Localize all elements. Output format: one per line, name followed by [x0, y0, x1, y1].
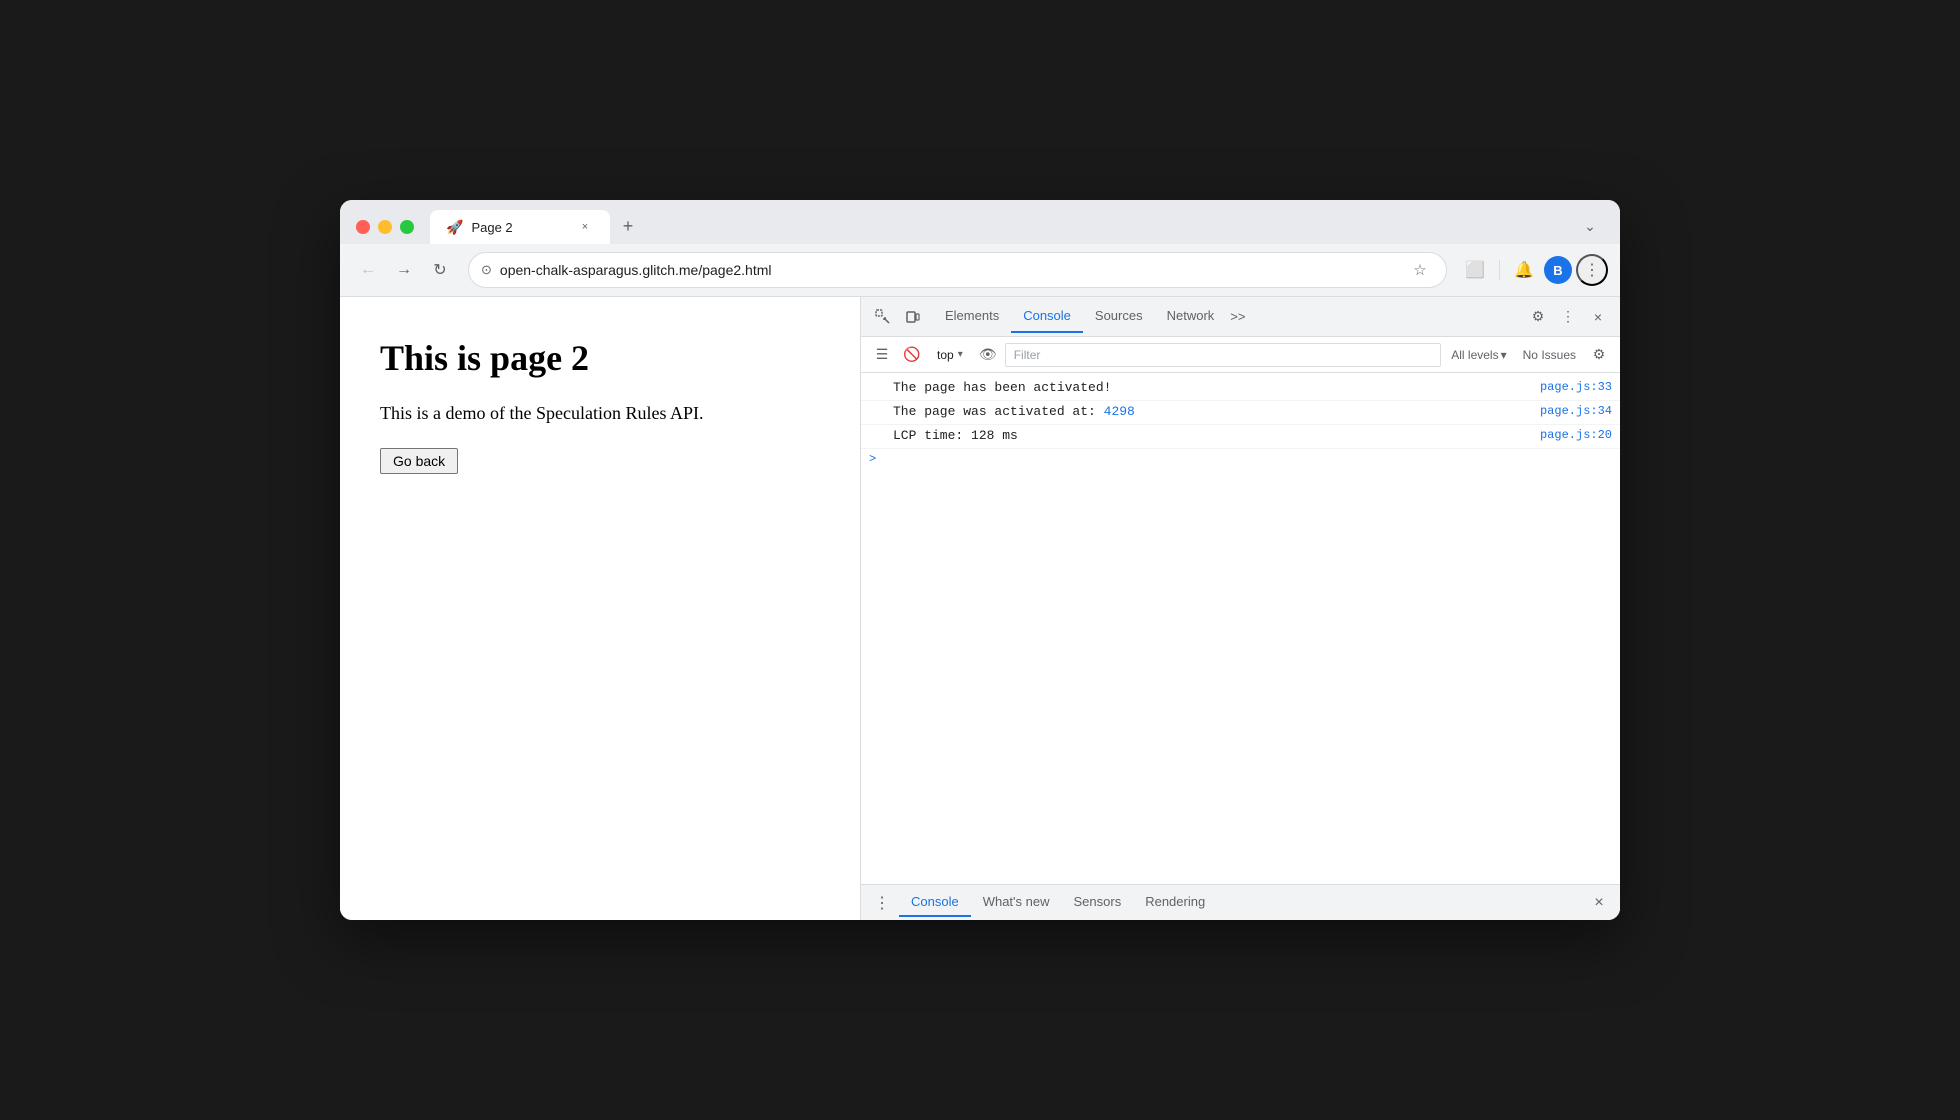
console-prompt[interactable]: >	[861, 449, 1620, 469]
console-line: LCP time: 128 ms page.js:20	[861, 425, 1620, 449]
address-bar[interactable]: ⊙ ☆	[468, 252, 1447, 288]
profile-button[interactable]: B	[1544, 256, 1572, 284]
bottom-tab-whats-new[interactable]: What's new	[971, 888, 1062, 917]
console-line-text: The page has been activated!	[893, 380, 1532, 395]
devtools-settings-button[interactable]: ⚙	[1524, 303, 1552, 331]
devtools-header-actions: ⚙ ⋮ ×	[1524, 303, 1612, 331]
close-button[interactable]	[356, 220, 370, 234]
tab-console[interactable]: Console	[1011, 300, 1083, 333]
tab-favicon-icon: 🚀	[446, 219, 463, 236]
console-levels-label: All levels	[1451, 348, 1498, 362]
url-input[interactable]	[500, 262, 1398, 278]
tab-bar: 🚀 Page 2 × + ⌄	[430, 210, 1604, 244]
toolbar-separator	[1499, 260, 1500, 280]
context-dropdown-icon: ▾	[958, 349, 963, 360]
no-issues-label: No Issues	[1517, 346, 1582, 364]
bookmark-icon[interactable]: ☆	[1406, 256, 1434, 284]
bottom-bar-tabs: Console What's new Sensors Rendering	[899, 888, 1586, 917]
bottom-tab-sensors[interactable]: Sensors	[1062, 888, 1134, 917]
tab-close-icon[interactable]: ×	[576, 218, 594, 236]
tab-network[interactable]: Network	[1155, 300, 1227, 333]
console-context-selector[interactable]: top ▾	[929, 346, 971, 364]
devtools-header: Elements Console Sources Network >> ⚙ ⋮ …	[861, 297, 1620, 337]
maximize-button[interactable]	[400, 220, 414, 234]
browser-window: 🚀 Page 2 × + ⌄ ← → ↻ ⊙ ☆ ⬜ 🔔 B ⋮	[340, 200, 1620, 920]
tab-sources[interactable]: Sources	[1083, 300, 1155, 333]
tab-title: Page 2	[471, 220, 568, 235]
console-settings-button[interactable]: ⚙	[1586, 342, 1612, 368]
console-filter-input[interactable]	[1005, 343, 1442, 367]
minimize-button[interactable]	[378, 220, 392, 234]
console-context-label: top	[937, 348, 954, 362]
browser-toolbar: ← → ↻ ⊙ ☆ ⬜ 🔔 B ⋮	[340, 244, 1620, 297]
device-toolbar-button[interactable]	[899, 303, 927, 331]
tab-dropdown-button[interactable]: ⌄	[1576, 212, 1604, 240]
page-content: This is page 2 This is a demo of the Spe…	[340, 297, 860, 920]
console-line-plain: The page was activated at:	[893, 404, 1104, 419]
chrome-menu-button[interactable]: ⋮	[1576, 254, 1608, 286]
content-area: This is page 2 This is a demo of the Spe…	[340, 297, 1620, 920]
console-levels-selector[interactable]: All levels ▾	[1445, 346, 1512, 364]
console-clear-button[interactable]: 🚫	[899, 342, 925, 368]
inspect-element-button[interactable]	[869, 303, 897, 331]
forward-button[interactable]: →	[388, 254, 420, 286]
devtools-tabs: Elements Console Sources Network >>	[933, 300, 1522, 333]
bottom-tab-console[interactable]: Console	[899, 888, 971, 917]
console-toolbar: ☰ 🚫 top ▾ 👁 All levels ▾ No Issues ⚙	[861, 337, 1620, 373]
reload-button[interactable]: ↻	[424, 254, 456, 286]
bottom-bar-menu-button[interactable]: ⋮	[869, 890, 895, 916]
console-line-number: 4298	[1104, 404, 1135, 419]
security-icon: ⊙	[481, 262, 492, 278]
bottom-bar-close-button[interactable]: ×	[1586, 890, 1612, 916]
back-button[interactable]: ←	[352, 254, 384, 286]
toolbar-right: ⬜ 🔔 B ⋮	[1459, 254, 1608, 286]
console-eye-button[interactable]: 👁	[975, 342, 1001, 368]
devtools-bottom-bar: ⋮ Console What's new Sensors Rendering ×	[861, 884, 1620, 920]
page-body-text: This is a demo of the Speculation Rules …	[380, 403, 820, 424]
devtools-more-button[interactable]: ⋮	[1554, 303, 1582, 331]
console-line-text: LCP time: 128 ms	[893, 428, 1532, 443]
console-output: The page has been activated! page.js:33 …	[861, 373, 1620, 884]
console-line-text: The page was activated at: 4298	[893, 404, 1532, 419]
chevron-right-icon: >	[869, 452, 876, 466]
console-sidebar-button[interactable]: ☰	[869, 342, 895, 368]
console-line-link[interactable]: page.js:33	[1540, 380, 1612, 394]
console-line-link[interactable]: page.js:20	[1540, 428, 1612, 442]
levels-dropdown-icon: ▾	[1501, 348, 1507, 362]
tab-elements[interactable]: Elements	[933, 300, 1011, 333]
go-back-button[interactable]: Go back	[380, 448, 458, 474]
page-heading: This is page 2	[380, 337, 820, 379]
console-line: The page was activated at: 4298 page.js:…	[861, 401, 1620, 425]
extension-button[interactable]: ⬜	[1459, 254, 1491, 286]
new-tab-button[interactable]: +	[614, 212, 642, 240]
title-bar: 🚀 Page 2 × + ⌄	[340, 200, 1620, 244]
address-bar-actions: ☆	[1406, 256, 1434, 284]
console-line-link[interactable]: page.js:34	[1540, 404, 1612, 418]
tab-more-button[interactable]: >>	[1226, 301, 1249, 332]
console-line: The page has been activated! page.js:33	[861, 377, 1620, 401]
window-controls	[356, 220, 414, 234]
devtools-panel: Elements Console Sources Network >> ⚙ ⋮ …	[860, 297, 1620, 920]
bottom-tab-rendering[interactable]: Rendering	[1133, 888, 1217, 917]
notification-button[interactable]: 🔔	[1508, 254, 1540, 286]
devtools-close-button[interactable]: ×	[1584, 303, 1612, 331]
browser-tab[interactable]: 🚀 Page 2 ×	[430, 210, 610, 244]
